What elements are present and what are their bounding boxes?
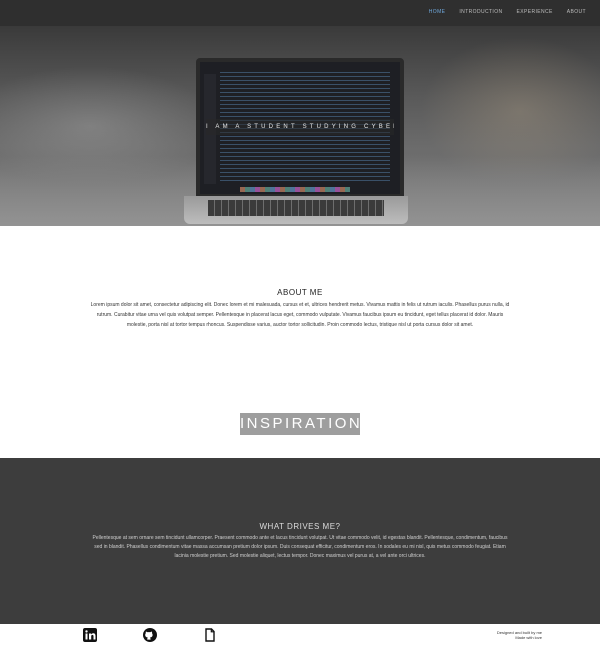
inspiration-heading: INSPIRATION bbox=[240, 413, 360, 435]
footer-credit-line-2: Made with love bbox=[515, 635, 542, 640]
drives-paragraph: Pellentesque at sem ornare sem tincidunt… bbox=[92, 535, 508, 559]
linkedin-icon[interactable] bbox=[83, 628, 97, 642]
nav-links: Home Introduction Experience About bbox=[429, 9, 586, 15]
hero-tagline: I AM A STUDENT STUDYING CYBER SECURITY bbox=[206, 119, 394, 135]
laptop-keyboard-image bbox=[184, 196, 408, 224]
hero-banner: I AM A STUDENT STUDYING CYBER SECURITY bbox=[0, 26, 600, 226]
laptop-keys bbox=[208, 200, 384, 216]
drives-title: WHAT DRIVES ME? bbox=[259, 522, 341, 531]
top-navbar: Home Introduction Experience About bbox=[0, 0, 600, 26]
nav-link-experience[interactable]: Experience bbox=[517, 9, 553, 15]
footer: Designed and built by me Made with love bbox=[0, 624, 600, 647]
drives-section: WHAT DRIVES ME? Pellentesque at sem orna… bbox=[0, 458, 600, 624]
about-paragraph: Lorem ipsum dolor sit amet, consectetur … bbox=[90, 302, 510, 328]
github-icon[interactable] bbox=[143, 628, 157, 642]
nav-link-introduction[interactable]: Introduction bbox=[459, 9, 502, 15]
about-title: ABOUT ME bbox=[277, 288, 323, 297]
footer-credits: Designed and built by me Made with love bbox=[497, 630, 542, 640]
nav-link-home[interactable]: Home bbox=[429, 9, 446, 15]
laptop-dock bbox=[240, 187, 350, 192]
document-icon[interactable] bbox=[203, 628, 217, 642]
nav-link-about[interactable]: About bbox=[567, 9, 586, 15]
